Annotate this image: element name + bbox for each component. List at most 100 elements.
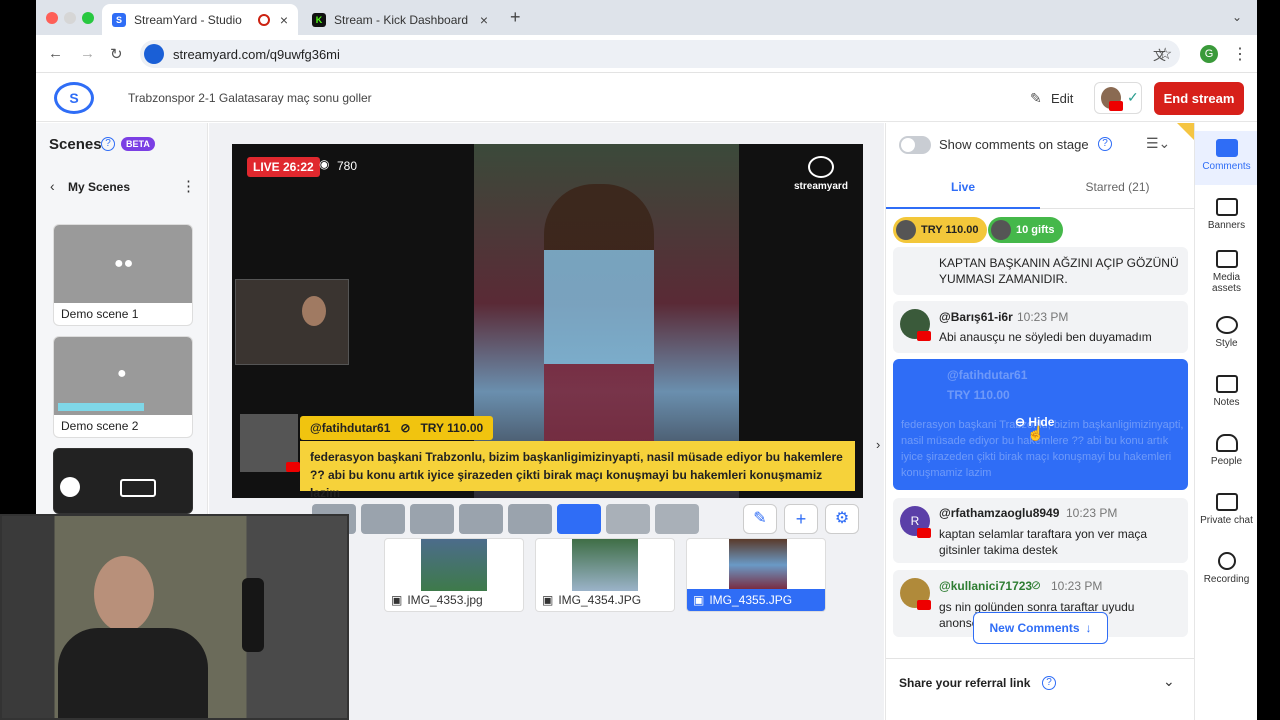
edit-button[interactable]: Edit <box>1051 91 1073 106</box>
media-asset[interactable]: ▣ IMG_4353.jpg <box>384 538 524 612</box>
comment-item-highlighted[interactable]: @fatihdutar61 TRY 110.00 federasyon başk… <box>893 359 1188 490</box>
scene-card[interactable]: ●● Demo scene 1 <box>53 224 193 326</box>
rail-recording[interactable]: Recording <box>1195 552 1257 585</box>
chip-avatar <box>991 220 1011 240</box>
layout-thin-button[interactable] <box>459 504 503 534</box>
maximize-window-dot[interactable] <box>82 12 94 24</box>
expand-right-chevron-icon[interactable]: › <box>876 437 880 452</box>
rail-notes[interactable]: Notes <box>1195 375 1257 408</box>
minimize-window-dot[interactable] <box>64 12 76 24</box>
close-window-dot[interactable] <box>46 12 58 24</box>
reload-icon[interactable]: ↻ <box>110 45 123 63</box>
scene-layout-box <box>120 479 156 497</box>
site-info-icon[interactable] <box>144 44 164 64</box>
comment-time: 10:23 PM <box>1017 310 1069 324</box>
show-comments-toggle[interactable] <box>899 136 931 154</box>
tab-search-chevron-icon[interactable]: ⌄ <box>1232 10 1242 24</box>
app-header: S Trabzonspor 2-1 Galatasaray maç sonu g… <box>36 74 1257 122</box>
group-icon: ●● <box>114 255 134 272</box>
new-comments-button[interactable]: New Comments ↓ <box>973 612 1108 644</box>
layout-fullscreen-button[interactable] <box>655 504 699 534</box>
presenter-head <box>94 556 154 632</box>
tab-starred[interactable]: Starred (21) <box>1040 167 1195 209</box>
toggle-knob <box>901 138 915 152</box>
donation-chip[interactable]: TRY 110.00 <box>893 217 987 243</box>
add-layout-plus-icon[interactable]: + <box>784 504 818 534</box>
comment-item[interactable]: R @rfathamzaoglu8949 10:23 PM kaptan sel… <box>893 498 1188 563</box>
profile-avatar[interactable]: G <box>1200 45 1218 63</box>
recording-icon <box>1217 552 1236 570</box>
close-tab-icon[interactable]: × <box>280 12 288 28</box>
referral-label: Share your referral link <box>899 676 1031 690</box>
comment-item[interactable]: KAPTAN BAŞKANIN AĞZINI AÇIP GÖZÜNÜ YUMMA… <box>893 247 1188 295</box>
viewers-eye-icon: ◉ <box>319 157 330 171</box>
edit-pencil-icon[interactable]: ✎ <box>1030 90 1042 107</box>
check-icon: ✓ <box>1127 89 1139 105</box>
chevron-down-icon[interactable]: ⌄ <box>1163 673 1175 690</box>
youtube-icon <box>1109 101 1123 111</box>
tab-streamyard[interactable]: S StreamYard - Studio × <box>102 4 298 35</box>
end-stream-button[interactable]: End stream <box>1154 82 1244 115</box>
viewer-count: 780 <box>337 159 358 173</box>
banner-avatar <box>240 414 300 472</box>
gifts-chip[interactable]: 10 gifts <box>988 217 1063 243</box>
rail-banners[interactable]: Banners <box>1195 198 1257 231</box>
image-file-icon: ▣ <box>391 593 403 607</box>
rail-people[interactable]: People <box>1195 434 1257 467</box>
help-icon[interactable]: ? <box>1098 137 1112 151</box>
comment-time: 10:23 PM <box>1051 579 1103 593</box>
my-scenes-label[interactable]: My Scenes <box>68 180 130 194</box>
rail-style[interactable]: Style <box>1195 316 1257 349</box>
scene-card-active[interactable] <box>53 448 193 514</box>
back-chevron-icon[interactable]: ‹ <box>50 178 55 194</box>
url-text: streamyard.com/q9uwfg36mi <box>173 46 340 62</box>
layout-screen-button[interactable] <box>557 504 601 534</box>
address-bar: ← → ↻ streamyard.com/q9uwfg36mi 文 ☆ G ⋮ <box>36 35 1257 73</box>
media-thumbnail <box>421 539 487 591</box>
settings-gear-icon[interactable]: ⚙ <box>825 504 859 534</box>
media-thumbnail <box>572 539 638 591</box>
rail-private-chat[interactable]: Private chat <box>1195 493 1257 526</box>
more-options-icon[interactable]: ⋮ <box>181 177 196 195</box>
layout-cinema-button[interactable] <box>606 504 650 534</box>
tab-kick[interactable]: K Stream - Kick Dashboard × <box>302 4 498 35</box>
browser-menu-icon[interactable]: ⋮ <box>1232 44 1248 64</box>
referral-row[interactable]: Share your referral link ? ⌄ <box>886 658 1195 706</box>
banners-icon <box>1215 198 1238 216</box>
tab-live[interactable]: Live <box>886 167 1040 209</box>
rail-comments[interactable]: Comments <box>1195 131 1257 185</box>
url-field[interactable]: streamyard.com/q9uwfg36mi 文 <box>140 40 1180 68</box>
watermark-logo-icon <box>808 156 834 178</box>
tab-label: Stream - Kick Dashboard <box>334 12 469 27</box>
presenter-webcam-overlay <box>0 514 349 720</box>
comment-text: kaptan selamlar taraftara yon ver maça g… <box>939 527 1148 557</box>
recording-indicator-icon <box>258 13 270 26</box>
banner-author: @fatihdutar61 ⊘ TRY 110.00 <box>300 416 494 440</box>
layout-group-button[interactable] <box>410 504 454 534</box>
media-label: IMG_4355.JPG <box>709 593 793 607</box>
close-tab-icon[interactable]: × <box>480 12 488 28</box>
filter-sliders-icon[interactable]: ☰⌄ <box>1146 135 1170 152</box>
comment-item[interactable]: @Barış61-i6r 10:23 PM Abi anausçu ne söy… <box>893 301 1188 353</box>
media-asset-selected[interactable]: ▣ IMG_4355.JPG <box>686 538 826 612</box>
forward-arrow-icon[interactable]: → <box>80 45 95 62</box>
comment-author: @Barış61-i6r <box>939 310 1013 324</box>
layout-pip-button[interactable] <box>508 504 552 534</box>
youtube-icon <box>917 600 931 610</box>
help-icon[interactable]: ? <box>101 137 115 151</box>
help-icon[interactable]: ? <box>1042 676 1056 690</box>
back-arrow-icon[interactable]: ← <box>48 45 63 62</box>
caption-strip <box>58 403 144 411</box>
comments-icon <box>1215 139 1238 157</box>
streamyard-logo[interactable]: S <box>54 82 94 114</box>
media-asset[interactable]: ▣ IMG_4354.JPG <box>535 538 675 612</box>
right-rail: Comments Banners Media assets Style Note… <box>1194 123 1257 720</box>
broadcast-title[interactable]: Trabzonspor 2-1 Galatasaray maç sonu gol… <box>128 91 372 105</box>
scene-card[interactable]: ● Demo scene 2 <box>53 336 193 438</box>
new-tab-icon[interactable]: + <box>510 7 521 28</box>
layout-cropped-button[interactable] <box>361 504 405 534</box>
edit-layout-pencil-icon[interactable]: ✎ <box>743 504 777 534</box>
destination-avatar[interactable]: ✓ <box>1094 82 1142 114</box>
rail-media-assets[interactable]: Media assets <box>1195 250 1257 294</box>
bookmark-star-icon[interactable]: ☆ <box>1158 44 1172 64</box>
